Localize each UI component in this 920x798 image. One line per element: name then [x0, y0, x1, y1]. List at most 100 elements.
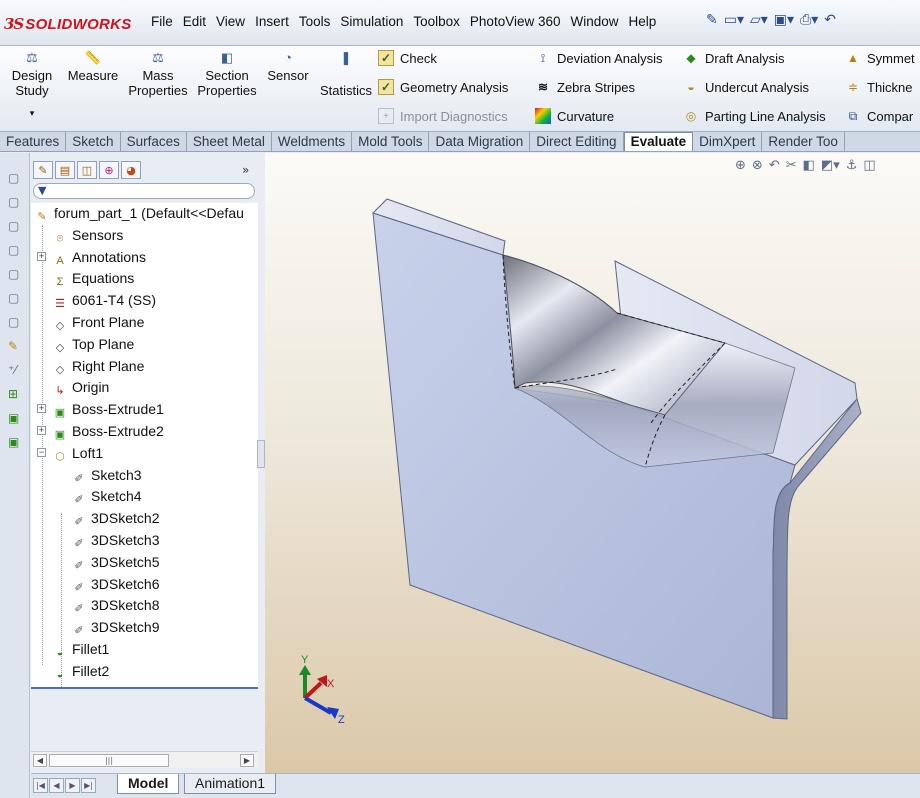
menu-edit[interactable]: Edit [178, 14, 211, 29]
view-cube-icon[interactable]: ▢ [8, 267, 19, 281]
sketch-pencil-icon[interactable]: ✎ [8, 339, 18, 353]
tree-item-3dsketch9[interactable]: ✐ 3DSketch9 [31, 617, 258, 639]
compare-documents-button[interactable]: ⧉ Compar [845, 108, 914, 124]
menu-photoview[interactable]: PhotoView 360 [465, 14, 566, 29]
save-icon[interactable]: ▣▾ [774, 12, 794, 28]
pin-icon[interactable]: ✎ [706, 12, 718, 28]
tree-item-boss-extrude1[interactable]: + ▣ Boss-Extrude1 [31, 399, 258, 421]
geometry-analysis-button[interactable]: ✓ Geometry Analysis [378, 79, 508, 95]
sensor-button[interactable]: ◔ Sensor [262, 50, 314, 83]
feature-tree-tab-icon[interactable]: ✎ [33, 161, 53, 179]
thickness-analysis-button[interactable]: ≑ Thickne [845, 79, 913, 95]
design-study-button[interactable]: ⚖ Design Study ▾ [8, 50, 56, 121]
curvature-button[interactable]: Curvature [535, 108, 614, 124]
tree-item-origin[interactable]: ↳ Origin [31, 377, 258, 399]
tree-item-sketch3[interactable]: ✐ Sketch3 [31, 465, 258, 487]
scroll-right-icon[interactable]: ▶ [240, 754, 254, 767]
dimxpert-tab-icon[interactable]: ⊕ [99, 161, 119, 179]
menu-view[interactable]: View [211, 14, 250, 29]
display-manager-tab-icon[interactable]: ◕ [121, 161, 141, 179]
rollback-bar[interactable] [31, 687, 258, 689]
tree-item-equations[interactable]: Σ Equations [31, 268, 258, 290]
tree-item-top-plane[interactable]: ◇ Top Plane [31, 334, 258, 356]
prev-tab-icon[interactable]: ◀ [49, 778, 64, 793]
view-cube-icon[interactable]: ▢ [8, 243, 19, 257]
tree-item-3dsketch5[interactable]: ✐ 3DSketch5 [31, 552, 258, 574]
view-cube-icon[interactable]: ▢ [8, 291, 19, 305]
scroll-thumb[interactable]: ||| [49, 754, 169, 767]
tree-root-part[interactable]: ✎ forum_part_1 (Default<<Defau [31, 203, 258, 225]
statistics-button[interactable]: ❚ Statistics [316, 50, 376, 98]
parting-line-analysis-button[interactable]: ◎ Parting Line Analysis [683, 108, 826, 124]
menu-simulation[interactable]: Simulation [335, 14, 408, 29]
coordinate-triad[interactable]: Y X Z [299, 654, 345, 726]
view-cube-icon[interactable]: ▢ [8, 195, 19, 209]
tree-item-front-plane[interactable]: ◇ Front Plane [31, 312, 258, 334]
tree-item-loft1[interactable]: − ⬡ Loft1 [31, 443, 258, 465]
tree-item-sketch4[interactable]: ✐ Sketch4 [31, 486, 258, 508]
expand-toggle[interactable]: + [37, 251, 46, 261]
tree-item-3dsketch3[interactable]: ✐ 3DSketch3 [31, 530, 258, 552]
view-cube-icon[interactable]: ▢ [8, 171, 19, 185]
tab-direct-editing[interactable]: Direct Editing [530, 132, 624, 151]
tree-item-3dsketch2[interactable]: ✐ 3DSketch2 [31, 508, 258, 530]
tab-mold-tools[interactable]: Mold Tools [352, 132, 430, 151]
view-cube-icon[interactable]: ▢ [8, 315, 19, 329]
tab-sketch[interactable]: Sketch [66, 132, 121, 151]
tab-animation1[interactable]: Animation1 [184, 774, 277, 794]
menu-help[interactable]: Help [624, 14, 662, 29]
tree-item-sensors[interactable]: ⌾ Sensors [31, 225, 258, 247]
tab-surfaces[interactable]: Surfaces [121, 132, 187, 151]
expand-toggle[interactable]: + [37, 404, 46, 414]
next-tab-icon[interactable]: ▶ [65, 778, 80, 793]
more-tabs-icon[interactable]: » [242, 163, 249, 177]
menu-tools[interactable]: Tools [294, 14, 336, 29]
relations-icon[interactable]: ⊞ [8, 387, 18, 401]
view-cube-icon[interactable]: ▢ [8, 219, 19, 233]
tree-item-fillet1[interactable]: ◒ Fillet1 [31, 639, 258, 661]
solidworks-logo[interactable]: 3S SOLIDWORKS [4, 10, 132, 38]
deviation-analysis-button[interactable]: ⟟ Deviation Analysis [535, 50, 663, 66]
undercut-analysis-button[interactable]: ◒ Undercut Analysis [683, 79, 809, 95]
zebra-stripes-button[interactable]: ≋ Zebra Stripes [535, 79, 635, 95]
tree-item-annotations[interactable]: + A Annotations [31, 247, 258, 269]
tab-features[interactable]: Features [0, 132, 67, 151]
section-properties-button[interactable]: ◧ Section Properties [194, 50, 260, 98]
menu-file[interactable]: File [146, 14, 178, 29]
menu-insert[interactable]: Insert [250, 14, 294, 29]
tab-render-tools[interactable]: Render Too [762, 132, 845, 151]
graphics-viewport[interactable]: ⊕ ⊗ ↶ ✂ ◧ ◩▾ ⚓ ◫ Y X Z [265, 153, 920, 773]
tab-weldments[interactable]: Weldments [272, 132, 353, 151]
symmetry-check-button[interactable]: ▲ Symmet [845, 50, 915, 66]
tree-item-6061-t4-ss[interactable]: ☰ 6061-T4 (SS) [31, 290, 258, 312]
mass-properties-button[interactable]: ⚖ Mass Properties [124, 50, 192, 98]
tree-item-fillet2[interactable]: ◒ Fillet2 [31, 661, 258, 683]
undo-icon[interactable]: ↶ [824, 12, 836, 28]
expand-toggle[interactable]: + [37, 425, 46, 435]
menu-toolbox[interactable]: Toolbox [408, 14, 465, 29]
feature-icon[interactable]: ▣ [8, 411, 19, 425]
tree-item-right-plane[interactable]: ◇ Right Plane [31, 356, 258, 378]
print-icon[interactable]: ⎙▾ [800, 12, 818, 28]
tab-evaluate[interactable]: Evaluate [623, 132, 694, 151]
configuration-tab-icon[interactable]: ◫ [77, 161, 97, 179]
check-button[interactable]: ✓ Check [378, 50, 437, 66]
measure-button[interactable]: 📏 Measure [64, 50, 122, 83]
open-folder-icon[interactable]: ▱▾ [750, 12, 768, 28]
feature-icon[interactable]: ▣ [8, 435, 19, 449]
last-tab-icon[interactable]: ▶| [81, 778, 96, 793]
tree-item-3dsketch6[interactable]: ✐ 3DSketch6 [31, 574, 258, 596]
tree-filter-input[interactable]: ▼ [33, 183, 255, 199]
import-diagnostics-button[interactable]: + Import Diagnostics [378, 108, 508, 124]
tab-sheet-metal[interactable]: Sheet Metal [187, 132, 272, 151]
tab-data-migration[interactable]: Data Migration [429, 132, 531, 151]
tree-item-boss-extrude2[interactable]: + ▣ Boss-Extrude2 [31, 421, 258, 443]
menu-window[interactable]: Window [566, 14, 624, 29]
tab-dimxpert[interactable]: DimXpert [693, 132, 763, 151]
smart-dimension-icon[interactable]: ⁺⁄ [8, 363, 16, 377]
first-tab-icon[interactable]: |◀ [33, 778, 48, 793]
draft-analysis-button[interactable]: ◆ Draft Analysis [683, 50, 784, 66]
scroll-left-icon[interactable]: ◀ [33, 754, 47, 767]
horizontal-scrollbar[interactable]: ◀ ||| ▶ [31, 751, 258, 768]
new-document-icon[interactable]: ▭▾ [724, 12, 744, 28]
